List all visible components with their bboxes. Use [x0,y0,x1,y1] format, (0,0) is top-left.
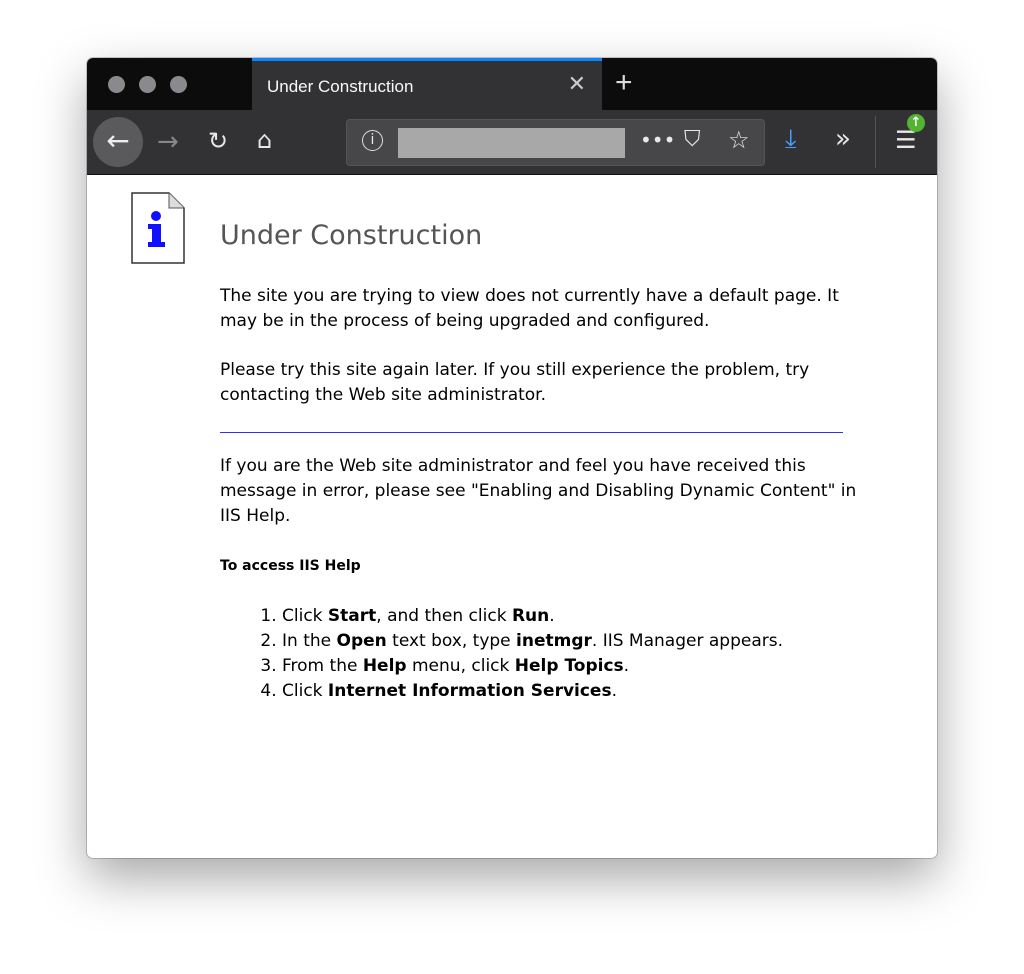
intro-paragraph: The site you are trying to view does not… [220,286,839,331]
toolbar-separator [875,116,876,168]
url-bar[interactable]: i ••• ⛉ ☆ [346,119,765,166]
step-text: . [623,656,630,676]
step-text: . [611,681,617,701]
info-document-icon [131,192,185,264]
home-icon[interactable]: ⌂ [257,128,272,152]
tab-bar: Under Construction ✕ + [87,58,937,110]
more-actions-icon[interactable]: ••• [640,130,675,150]
pocket-icon[interactable]: ⛉ [684,129,701,151]
help-step: From the Help menu, click Help Topics. [282,654,842,679]
page-content: Under Construction The site you are tryi… [87,174,937,858]
page-title: Under Construction [220,220,483,251]
update-badge-icon: ↑ [907,114,925,132]
step-keyword: Open [336,631,387,651]
step-text: text box, type [386,631,517,651]
nav-toolbar: ← → ↻ ⌂ i ••• ⛉ ☆ ⤓ » ☰ ↑ [87,110,937,175]
back-arrow-icon[interactable]: ← [93,117,143,167]
step-keyword: Start [327,606,377,626]
step-text: menu, click [406,656,515,676]
maximize-window-button[interactable] [170,76,187,93]
step-text: Click [282,606,328,626]
tab-title: Under Construction [267,77,414,96]
browser-window: Under Construction ✕ + ← → ↻ ⌂ i ••• ⛉ ☆… [87,58,937,858]
download-icon[interactable]: ⤓ [785,126,797,152]
step-text: . [549,606,555,626]
forward-arrow-icon[interactable]: → [157,129,179,155]
url-text-redacted[interactable] [398,128,625,158]
help-step: Click Start, and then click Run. [282,604,842,629]
overflow-chevron-icon[interactable]: » [835,126,851,152]
tab-active[interactable]: Under Construction ✕ [252,58,602,110]
close-window-button[interactable] [108,76,125,93]
bookmark-star-icon[interactable]: ☆ [728,128,750,152]
step-keyword: Internet Information Services [327,681,612,701]
retry-paragraph: Please try this site again later. If you… [220,360,810,405]
help-steps-list: Click Start, and then click Run.In the O… [220,604,842,704]
step-keyword: Help [362,656,407,676]
help-step: In the Open text box, type inetmgr. IIS … [282,629,842,654]
step-keyword: inetmgr [516,631,592,651]
step-keyword: Help Topics [514,656,624,676]
step-text: In the [282,631,337,651]
step-text: , and then click [376,606,512,626]
minimize-window-button[interactable] [139,76,156,93]
close-tab-icon[interactable]: ✕ [568,72,586,97]
help-heading: To access IIS Help [220,558,361,574]
info-icon[interactable]: i [362,130,383,151]
step-text: Click [282,681,328,701]
divider [220,432,843,433]
admin-paragraph: If you are the Web site administrator an… [220,456,857,526]
step-text: . IIS Manager appears. [591,631,783,651]
step-text: From the [282,656,363,676]
step-keyword: Run [511,606,550,626]
new-tab-icon[interactable]: + [615,66,633,100]
reload-icon[interactable]: ↻ [208,129,228,153]
help-step: Click Internet Information Services. [282,679,842,704]
